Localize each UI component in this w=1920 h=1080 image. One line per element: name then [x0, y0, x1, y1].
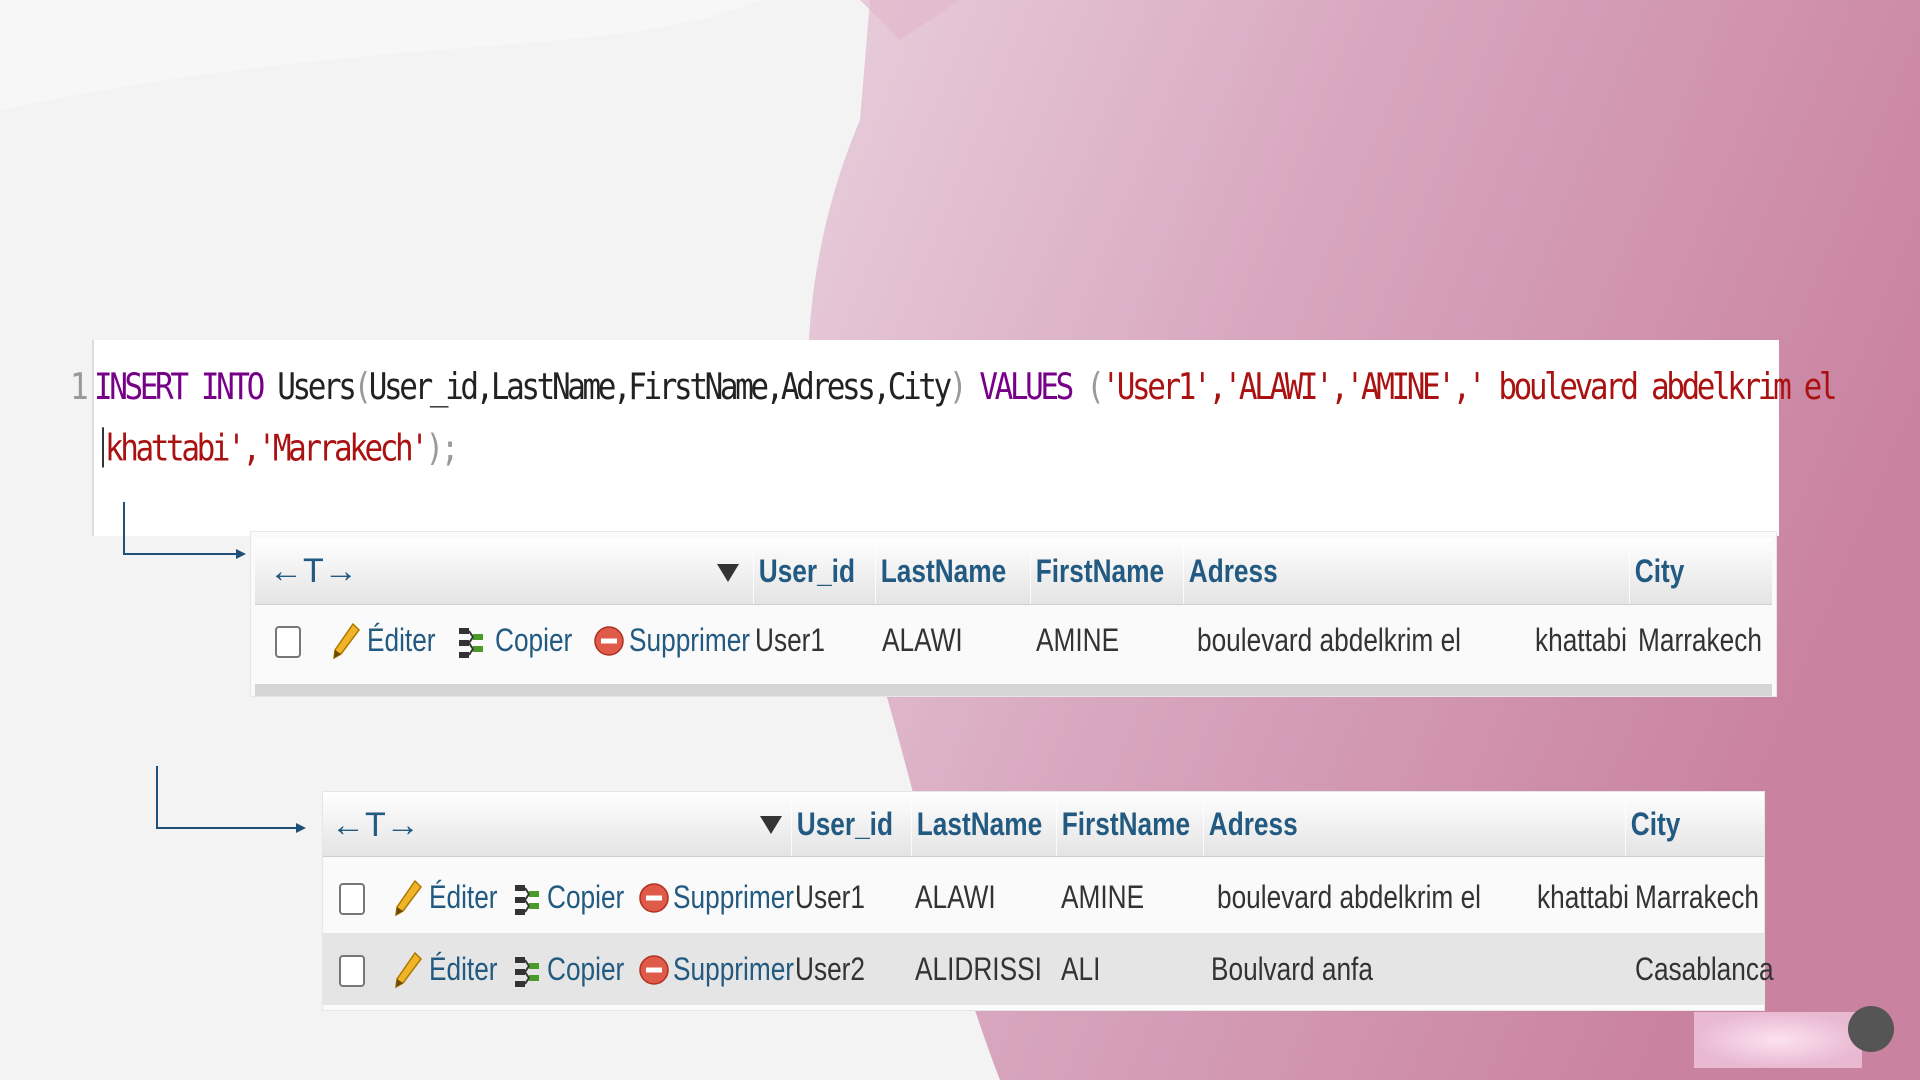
connector-arrow-icon: [156, 766, 306, 833]
column-header-city[interactable]: City: [1625, 792, 1680, 856]
sql-values: khattabi','Marrakech': [105, 427, 429, 470]
row-checkbox[interactable]: [275, 626, 301, 658]
table-header: ←T→ User_id LastName FirstName Adress Ci…: [323, 792, 1764, 857]
sql-paren: ): [948, 365, 968, 409]
row-checkbox[interactable]: [339, 883, 365, 915]
pencil-icon: [395, 879, 422, 917]
cell-city: Marrakech: [1635, 879, 1759, 915]
cell-city: Casablanca: [1635, 951, 1774, 987]
cell-adress-tail: khattabi: [1535, 622, 1627, 658]
row-checkbox[interactable]: [339, 955, 365, 987]
cell-lastname: ALIDRISSI: [915, 951, 1042, 987]
cell-firstname: AMINE: [1061, 879, 1145, 915]
horizontal-scrollbar[interactable]: [255, 684, 1772, 696]
cell-adress: Boulvard anfa: [1211, 951, 1373, 987]
column-header-lastname[interactable]: LastName: [875, 538, 1006, 604]
copy-link[interactable]: Copier: [495, 604, 572, 676]
column-move-arrows-icon[interactable]: ←T→: [331, 792, 420, 858]
connector-arrow-icon: [123, 502, 246, 559]
table-header: ←T→ User_id LastName FirstName Adress Ci…: [255, 538, 1772, 605]
sql-line-2: khattabi','Marrakech');: [102, 427, 460, 470]
cell-user-id: User1: [755, 622, 825, 658]
line-number: 1: [70, 365, 89, 409]
cell-user-id: User1: [795, 879, 865, 915]
sql-editor[interactable]: 1 INSERT INTO Users(User_id,LastName,Fir…: [70, 340, 1838, 536]
result-table-2: ←T→ User_id LastName FirstName Adress Ci…: [323, 792, 1774, 1010]
delete-link[interactable]: Supprimer: [673, 933, 794, 1005]
text-caret: [102, 427, 104, 468]
sql-line-1: INSERT INTO Users(User_id,LastName,First…: [94, 365, 1838, 409]
column-header-firstname[interactable]: FirstName: [1030, 538, 1164, 604]
edit-link[interactable]: Éditer: [367, 604, 436, 676]
delete-icon: [639, 955, 669, 985]
copy-icon: [515, 957, 539, 987]
sql-keyword: VALUES: [979, 365, 1074, 409]
cell-lastname: ALAWI: [915, 879, 996, 915]
cell-firstname: AMINE: [1036, 622, 1120, 658]
sql-table-name: Users: [277, 365, 357, 409]
sql-keyword: INSERT: [94, 365, 189, 409]
slide-nav-dot[interactable]: [1848, 1006, 1894, 1052]
copy-link[interactable]: Copier: [547, 933, 624, 1005]
cell-firstname: ALI: [1061, 951, 1101, 987]
result-table-1: ←T→ User_id LastName FirstName Adress Ci…: [251, 532, 1776, 696]
sql-columns: User_id,LastName,FirstName,Adress,City: [368, 365, 952, 409]
sql-values: 'User1','ALAWI','AMINE',' boulevard abde…: [1101, 365, 1837, 409]
delete-link[interactable]: Supprimer: [629, 604, 750, 676]
cell-user-id: User2: [795, 951, 865, 987]
column-header-firstname[interactable]: FirstName: [1056, 792, 1190, 856]
cell-adress: boulevard abdelkrim el: [1217, 879, 1482, 915]
table-row: Éditer Copier Supprimer User1 ALAWI AMIN…: [323, 861, 1764, 933]
column-move-arrows-icon[interactable]: ←T→: [269, 538, 358, 604]
copy-icon: [515, 885, 539, 915]
cell-lastname: ALAWI: [882, 622, 963, 658]
edit-link[interactable]: Éditer: [429, 933, 498, 1005]
column-header-user-id[interactable]: User_id: [791, 792, 893, 856]
pencil-icon: [333, 622, 360, 660]
sql-paren: );: [425, 427, 460, 470]
copy-icon: [459, 628, 483, 658]
delete-icon: [594, 626, 624, 656]
column-header-lastname[interactable]: LastName: [911, 792, 1042, 856]
cell-city: Marrakech: [1638, 622, 1762, 658]
column-header-user-id[interactable]: User_id: [753, 538, 855, 604]
copy-link[interactable]: Copier: [547, 861, 624, 933]
cell-adress-tail: khattabi: [1537, 879, 1629, 915]
column-header-adress[interactable]: Adress: [1183, 538, 1278, 604]
table-row: Éditer Copier Supprimer User2 ALIDRISSI …: [323, 933, 1774, 1005]
sort-dropdown-icon[interactable]: [760, 816, 782, 834]
pencil-icon: [395, 951, 422, 989]
delete-link[interactable]: Supprimer: [673, 861, 794, 933]
cell-adress: boulevard abdelkrim el: [1197, 622, 1462, 658]
table-row: Éditer Copier Supprimer User1 ALAWI AMIN…: [255, 604, 1772, 676]
sql-keyword: INTO: [200, 365, 265, 409]
edit-link[interactable]: Éditer: [429, 861, 498, 933]
column-header-city[interactable]: City: [1629, 538, 1684, 604]
sql-paren: (: [1086, 365, 1105, 409]
delete-icon: [639, 883, 669, 913]
sort-dropdown-icon[interactable]: [717, 564, 739, 582]
sql-paren: (: [353, 365, 373, 409]
column-header-adress[interactable]: Adress: [1203, 792, 1298, 856]
